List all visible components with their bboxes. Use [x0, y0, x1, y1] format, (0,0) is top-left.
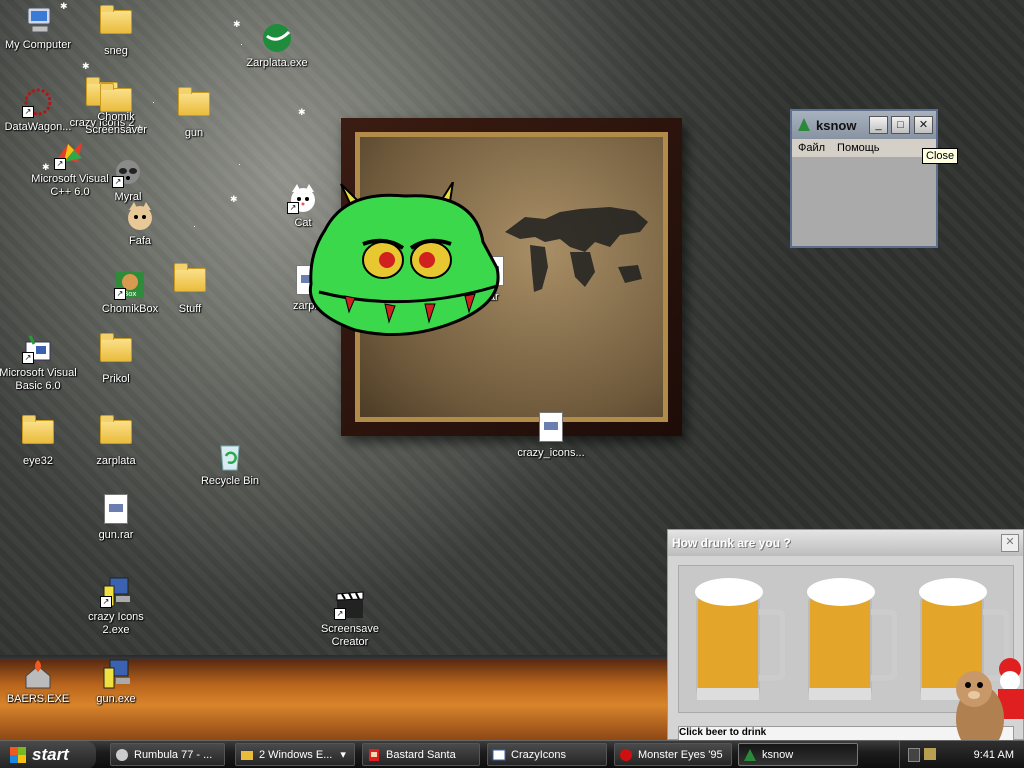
folder-icon — [178, 87, 210, 116]
snowflake: · — [238, 159, 241, 169]
folder-zarplata[interactable]: zarplata — [76, 414, 156, 468]
monster-eyes-sprite — [308, 182, 500, 336]
task-label: Bastard Santa — [386, 748, 456, 761]
task-label: 2 Windows E... — [259, 748, 333, 761]
msvb-shortcut[interactable]: ↗ Microsoft Visual Basic 6.0 — [0, 332, 78, 393]
my-computer-icon[interactable]: My Computer — [0, 4, 78, 52]
snowflake: ✱ — [230, 194, 238, 204]
folder-icon — [100, 83, 132, 112]
icon-label: gun — [184, 127, 204, 139]
chevron-down-icon: ▾ — [340, 749, 346, 761]
snowflake: · — [193, 221, 196, 231]
document-icon — [539, 412, 563, 442]
icon-label: My Computer — [4, 39, 72, 51]
task-label: Monster Eyes '95 — [638, 748, 723, 761]
close-tooltip: Close — [922, 148, 959, 164]
icon-label: Fafa — [128, 235, 151, 247]
task-crazyicons[interactable]: CrazyIcons — [487, 743, 607, 766]
icon-label: Prikol — [102, 373, 130, 385]
task-windows-explorer-group[interactable]: 2 Windows E... ▾ — [235, 743, 355, 766]
how-drunk-title: How drunk are you ? — [668, 530, 1023, 556]
system-tray: 9:41 AM — [899, 741, 1024, 768]
icon-label: Recycle Bin — [200, 475, 260, 487]
tree-icon — [798, 118, 810, 131]
maximize-button[interactable]: □ — [891, 116, 910, 134]
task-label: CrazyIcons — [511, 748, 567, 761]
window-icon — [492, 749, 506, 760]
app-icon — [116, 748, 128, 761]
document-icon — [104, 494, 128, 524]
task-bastard-santa[interactable]: Bastard Santa — [362, 743, 480, 766]
menu-file[interactable]: Файл — [792, 142, 831, 154]
icon-label: gun.exe — [96, 693, 136, 705]
folder-icon — [100, 5, 132, 34]
task-monster-eyes[interactable]: Monster Eyes '95 — [614, 743, 732, 766]
gun-rar[interactable]: gun.rar — [76, 494, 156, 542]
fafa-shortcut[interactable]: Fafa — [100, 200, 180, 248]
tray-app-icon[interactable] — [924, 748, 936, 760]
gun-exe[interactable]: gun.exe — [76, 658, 156, 706]
folder-icon — [100, 415, 132, 444]
close-button[interactable]: ✕ — [914, 116, 933, 134]
beer-mug-icon[interactable] — [689, 570, 785, 708]
taskbar: start Rumbula 77 - ... 2 Windows E... ▾ … — [0, 740, 1024, 768]
folder-eye32[interactable]: eye32 — [0, 414, 78, 468]
icon-label: BAERS.EXE — [6, 693, 70, 705]
crazy-icons-file[interactable]: crazy_icons... — [511, 412, 591, 460]
task-ksnow[interactable]: ksnow — [738, 743, 858, 766]
icon-label: Stuff — [178, 303, 202, 315]
icon-label: Chomik Screensaver — [85, 111, 147, 136]
menu-help[interactable]: Помощь — [831, 142, 886, 154]
chomik-screensaver[interactable]: Chomik Screensaver — [76, 83, 156, 137]
icon-label: Microsoft Visual Basic 6.0 — [0, 367, 77, 392]
zarplata-exe[interactable]: Zarplata.exe — [237, 22, 317, 70]
icon-label: sneg — [104, 45, 128, 57]
minimize-button[interactable]: _ — [869, 116, 888, 134]
folder-icon — [22, 415, 54, 444]
window-title: ksnow — [816, 117, 857, 133]
icon-label: crazy_icons... — [517, 447, 585, 459]
cat-face-icon — [128, 202, 152, 230]
close-button[interactable]: ✕ — [1001, 534, 1019, 552]
house-fire-icon — [25, 660, 51, 689]
screensave-creator[interactable]: ↗ Screensave Creator — [310, 588, 390, 649]
computer-program-icon — [103, 659, 130, 689]
folder-sneg[interactable]: sneg — [76, 4, 156, 58]
task-label: ksnow — [762, 748, 794, 761]
folder-stuff[interactable]: Stuff — [150, 262, 230, 316]
icon-label: zarplata — [96, 455, 136, 467]
sber-logo-icon — [263, 24, 291, 52]
folder-icon — [241, 750, 253, 760]
recycle-bin[interactable]: Recycle Bin — [190, 440, 270, 488]
start-button[interactable]: start — [0, 741, 96, 768]
beer-mug-icon[interactable] — [801, 570, 897, 708]
snowflake: ✱ — [82, 61, 90, 71]
icon-label: eye32 — [23, 455, 53, 467]
baers-exe[interactable]: BAERS.EXE — [0, 658, 78, 706]
folder-prikol[interactable]: Prikol — [76, 332, 156, 386]
red-eye-icon — [620, 748, 632, 761]
crazy-icons-2-exe[interactable]: ↗ crazy Icons 2.exe — [76, 576, 156, 637]
tree-icon — [744, 748, 756, 761]
icon-label: Zarplata.exe — [246, 57, 308, 69]
desktop: ✱ ✱ ✱ · ✱ ✱ · ✱ ✱ · · My Computer sneg Z… — [0, 0, 1024, 768]
santa-icon — [369, 748, 379, 761]
clock[interactable]: 9:41 AM — [974, 749, 1014, 761]
icon-label: gun.rar — [98, 529, 134, 541]
snowflake: ✱ — [298, 107, 306, 117]
folder-gun[interactable]: gun — [154, 86, 234, 140]
icon-label: Screensave Creator — [320, 623, 380, 648]
ksnow-window[interactable]: ksnow _ □ ✕ Файл Помощь — [790, 109, 938, 248]
start-label: start — [32, 745, 69, 764]
folder-icon — [100, 333, 132, 362]
tray-app-icon[interactable] — [908, 748, 920, 762]
icon-label: crazy Icons 2.exe — [88, 611, 144, 636]
myral-shortcut[interactable]: ↗ Myral — [88, 156, 168, 204]
task-rumbula[interactable]: Rumbula 77 - ... — [110, 743, 225, 766]
recycle-bin-icon — [220, 445, 240, 471]
windows-logo-icon — [10, 747, 26, 763]
task-label: Rumbula 77 - ... — [134, 748, 213, 761]
folder-icon — [174, 263, 206, 292]
ksnow-menubar: Файл Помощь — [792, 139, 936, 157]
